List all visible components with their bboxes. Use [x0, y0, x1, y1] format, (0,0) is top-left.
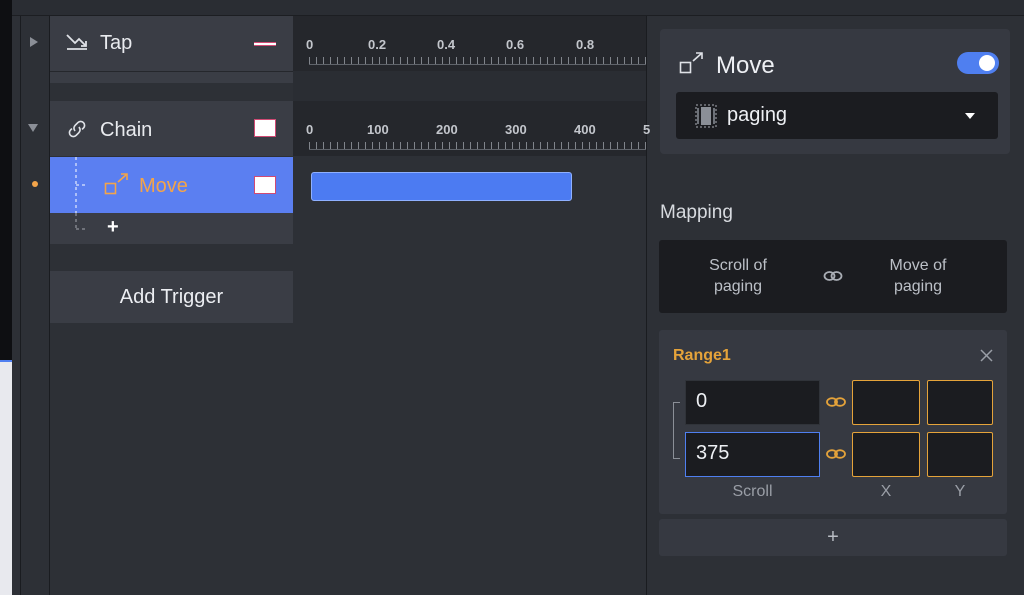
ruler-tap: 0 0.2 0.4 0.6 0.8 [293, 16, 646, 71]
enable-toggle[interactable] [957, 52, 999, 74]
ruler-ticks [309, 57, 646, 65]
mapping-box: Scroll of paging Move of paging [659, 240, 1007, 313]
link-icon [826, 449, 846, 459]
ruler-tick-label: 200 [436, 122, 458, 137]
color-swatch[interactable] [254, 42, 276, 46]
ruler-tick-label: 0.4 [437, 37, 456, 52]
app-window: Tap Chain Move + Add Trigger 0 0.2 0.4 0… [0, 0, 1024, 595]
y-input-end[interactable] [927, 432, 993, 477]
x-input-start[interactable] [852, 380, 920, 425]
layer-dropdown[interactable]: paging [676, 92, 998, 139]
row-spacer [50, 71, 293, 83]
color-swatch[interactable] [254, 119, 276, 137]
ruler-chain: 0 100 200 300 400 5 [293, 101, 650, 156]
x-input-end[interactable] [852, 432, 920, 477]
tree-connector [75, 157, 88, 213]
ruler-tick-label: 0 [306, 37, 314, 52]
y-column-label: Y [954, 483, 966, 500]
action-row-move[interactable]: Move [50, 157, 293, 213]
trigger-row-label: Chain [100, 119, 153, 141]
link-icon [823, 271, 843, 281]
collapse-arrow-icon[interactable] [27, 123, 39, 133]
mapping-title: Mapping [660, 202, 733, 223]
add-action-button[interactable]: + [107, 216, 119, 239]
add-action-row: + [50, 213, 293, 244]
close-icon[interactable] [980, 349, 993, 362]
mapping-source-line: Scroll of [709, 257, 767, 274]
ruler-tick-label-clipped: 5 [643, 122, 651, 137]
top-strip [12, 0, 1024, 16]
link-icon [68, 120, 86, 138]
y-input-start[interactable] [927, 380, 993, 425]
paging-layer-icon [695, 104, 717, 128]
chevron-down-icon [965, 113, 975, 119]
scroll-input-start[interactable]: 0 [685, 380, 820, 425]
dropdown-value: paging [727, 104, 788, 126]
selection-dot [32, 181, 38, 187]
tree-connector [75, 213, 88, 230]
ruler-tick-label: 0 [306, 122, 314, 137]
mapping-target-line: paging [893, 278, 943, 295]
range-bracket [673, 402, 680, 459]
trigger-row-label: Tap [100, 32, 133, 54]
move-icon [679, 52, 703, 74]
x-column-label: X [880, 483, 892, 500]
divider [20, 16, 21, 595]
action-row-label: Move [139, 175, 188, 197]
ruler-tick-label: 0.6 [506, 37, 525, 52]
add-trigger-button[interactable]: Add Trigger [50, 271, 293, 323]
expand-arrow-icon[interactable] [29, 36, 39, 48]
range-title: Range1 [673, 347, 731, 364]
trigger-row-tap[interactable]: Tap [50, 16, 293, 71]
mapping-source: Scroll of paging [688, 255, 788, 297]
canvas-edge [0, 0, 12, 362]
ruler-tick-label: 0.2 [368, 37, 387, 52]
scroll-column-label: Scroll [732, 483, 773, 500]
range-card: Range1 0 375 Scroll X Y [659, 330, 1007, 514]
canvas-edge-light [0, 362, 12, 595]
move-icon [104, 173, 128, 195]
scroll-input-end[interactable]: 375 [685, 432, 820, 477]
mapping-target: Move of paging [868, 255, 968, 297]
link-icon [826, 397, 846, 407]
timeline-bar[interactable] [311, 172, 572, 201]
ruler-tick-label: 400 [574, 122, 596, 137]
ruler-ticks [309, 142, 646, 150]
panel-divider [646, 16, 647, 595]
mapping-target-line: Move of [889, 257, 947, 274]
color-swatch[interactable] [254, 176, 276, 194]
action-header-card: Move paging [660, 29, 1010, 154]
action-title: Move [716, 52, 775, 79]
trigger-row-chain[interactable]: Chain [50, 101, 293, 156]
ruler-tick-label: 300 [505, 122, 527, 137]
add-range-button[interactable]: + [659, 519, 1007, 556]
toggle-knob [979, 55, 995, 71]
trend-down-icon [66, 34, 87, 50]
ruler-tick-label: 100 [367, 122, 389, 137]
mapping-source-line: paging [713, 278, 763, 295]
track-area [293, 71, 646, 101]
ruler-tick-label: 0.8 [576, 37, 595, 52]
